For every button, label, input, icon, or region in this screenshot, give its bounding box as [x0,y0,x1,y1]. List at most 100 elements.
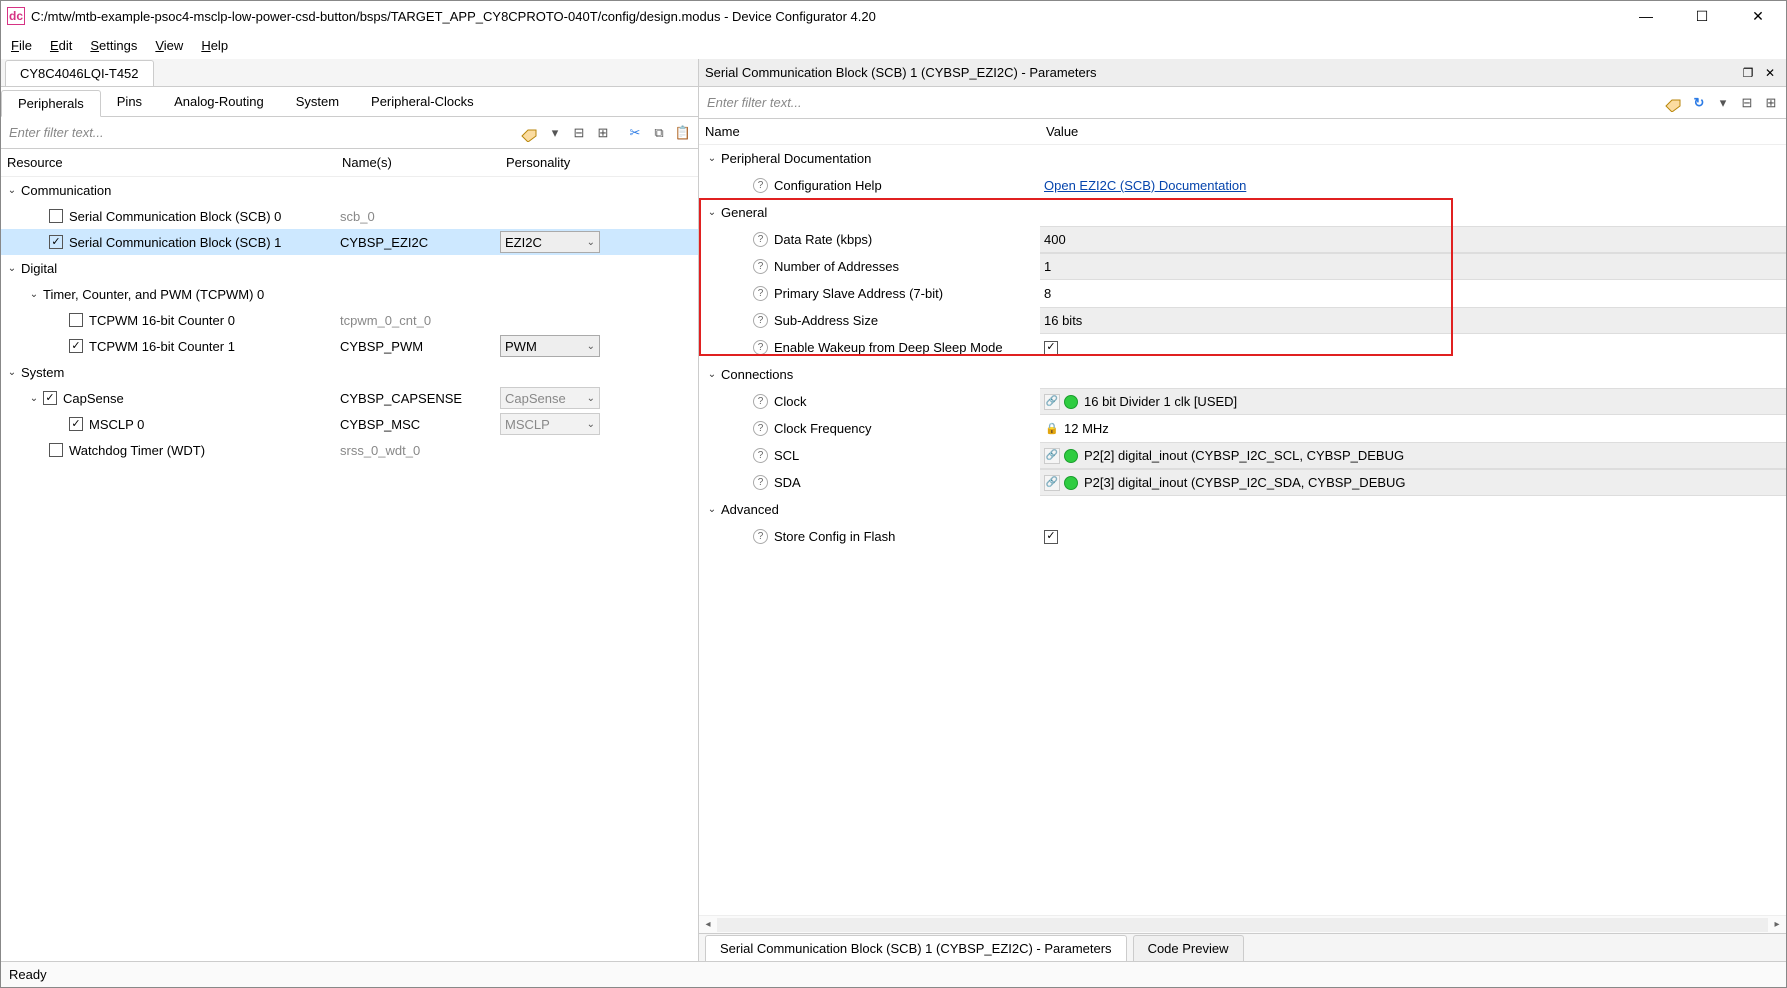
col-param-name[interactable]: Name [699,124,1040,139]
copy-icon[interactable]: ⧉ [648,122,670,144]
checkbox-cnt1[interactable] [69,339,83,353]
param-sub-address-size[interactable]: ?Sub-Address Size 16 bits [699,307,1786,334]
checkbox-msclp0[interactable] [69,417,83,431]
checkbox-scb1[interactable] [49,235,63,249]
chevron-down-icon[interactable]: ⌄ [27,289,41,300]
name-scb0[interactable]: scb_0 [336,203,500,229]
value-sub-address-size[interactable]: 16 bits [1040,307,1786,334]
clear-filter-icon[interactable] [1662,94,1682,112]
section-connections[interactable]: ⌄Connections [699,361,1786,388]
col-names[interactable]: Name(s) [336,155,500,170]
collapse-all-icon[interactable]: ⊟ [568,122,590,144]
link-icon[interactable]: 🔗 [1044,475,1060,491]
checkbox-cnt0[interactable] [69,313,83,327]
undock-icon[interactable]: ❐ [1738,63,1758,83]
personality-capsense[interactable]: CapSense⌄ [500,387,600,409]
tab-system[interactable]: System [280,89,355,116]
chevron-down-icon[interactable]: ⌄ [5,263,19,274]
param-clock[interactable]: ?Clock 🔗16 bit Divider 1 clk [USED] [699,388,1786,415]
help-icon[interactable]: ? [753,286,768,301]
param-store-config[interactable]: ?Store Config in Flash [699,523,1786,550]
parameters-body[interactable]: ⌄Peripheral Documentation ?Configuration… [699,145,1786,915]
tree-cnt1[interactable]: TCPWM 16-bit Counter 1 CYBSP_PWM PWM⌄ [1,333,698,359]
menu-help[interactable]: Help [201,38,228,53]
name-msclp0[interactable]: CYBSP_MSC [336,411,500,437]
chevron-down-icon[interactable]: ⌄ [5,185,19,196]
value-primary-address[interactable]: 8 [1040,280,1786,307]
param-config-help[interactable]: ?Configuration Help Open EZI2C (SCB) Doc… [699,172,1786,199]
menu-file[interactable]: File [11,38,32,53]
help-icon[interactable]: ? [753,259,768,274]
col-param-value[interactable]: Value [1040,124,1786,139]
col-personality[interactable]: Personality [500,155,698,170]
menu-settings[interactable]: Settings [90,38,137,53]
param-clock-frequency[interactable]: ?Clock Frequency 🔒12 MHz [699,415,1786,442]
param-data-rate[interactable]: ?Data Rate (kbps) 400 [699,226,1786,253]
tree-scb1[interactable]: Serial Communication Block (SCB) 1 CYBSP… [1,229,698,255]
filter-icon[interactable]: ▾ [1712,92,1734,114]
param-enable-wakeup[interactable]: ?Enable Wakeup from Deep Sleep Mode [699,334,1786,361]
chevron-down-icon[interactable]: ⌄ [27,393,41,404]
filter-icon[interactable]: ▾ [544,122,566,144]
checkbox-wdt[interactable] [49,443,63,457]
tab-peripheral-clocks[interactable]: Peripheral-Clocks [355,89,490,116]
help-icon[interactable]: ? [753,529,768,544]
help-icon[interactable]: ? [753,448,768,463]
tree-communication[interactable]: ⌄Communication [1,177,698,203]
paste-icon[interactable]: 📋 [672,122,694,144]
col-resource[interactable]: Resource [1,155,336,170]
tree-tcpwm[interactable]: ⌄Timer, Counter, and PWM (TCPWM) 0 [1,281,698,307]
tab-parameters[interactable]: Serial Communication Block (SCB) 1 (CYBS… [705,935,1127,961]
tree-capsense[interactable]: ⌄CapSense CYBSP_CAPSENSE CapSense⌄ [1,385,698,411]
help-icon[interactable]: ? [753,340,768,355]
value-sda[interactable]: P2[3] digital_inout (CYBSP_I2C_SDA, CYBS… [1084,475,1406,490]
tree-system[interactable]: ⌄System [1,359,698,385]
device-tab[interactable]: CY8C4046LQI-T452 [5,60,154,86]
chevron-down-icon[interactable]: ⌄ [705,153,719,164]
param-sda[interactable]: ?SDA 🔗P2[3] digital_inout (CYBSP_I2C_SDA… [699,469,1786,496]
close-button[interactable]: ✕ [1730,1,1786,31]
section-advanced[interactable]: ⌄Advanced [699,496,1786,523]
collapse-all-icon[interactable]: ⊟ [1736,92,1758,114]
scroll-track[interactable] [717,918,1768,932]
horizontal-scrollbar[interactable]: ◂ ▸ [699,915,1786,933]
personality-msclp0[interactable]: MSCLP⌄ [500,413,600,435]
maximize-button[interactable]: ☐ [1674,1,1730,31]
value-data-rate[interactable]: 400 [1040,226,1786,253]
right-filter-input[interactable] [703,91,1660,115]
tree-msclp0[interactable]: MSCLP 0 CYBSP_MSC MSCLP⌄ [1,411,698,437]
name-cnt0[interactable]: tcpwm_0_cnt_0 [336,307,500,333]
value-clock[interactable]: 16 bit Divider 1 clk [USED] [1084,394,1237,409]
name-scb1[interactable]: CYBSP_EZI2C [336,229,500,255]
chevron-down-icon[interactable]: ⌄ [705,504,719,515]
help-icon[interactable]: ? [753,178,768,193]
checkbox-capsense[interactable] [43,391,57,405]
section-general[interactable]: ⌄General [699,199,1786,226]
tab-peripherals[interactable]: Peripherals [1,90,101,117]
link-icon[interactable]: 🔗 [1044,448,1060,464]
value-num-addresses[interactable]: 1 [1040,253,1786,280]
param-scl[interactable]: ?SCL 🔗P2[2] digital_inout (CYBSP_I2C_SCL… [699,442,1786,469]
tab-analog-routing[interactable]: Analog-Routing [158,89,280,116]
expand-all-icon[interactable]: ⊞ [1760,92,1782,114]
minimize-button[interactable]: — [1618,1,1674,31]
chevron-down-icon[interactable]: ⌄ [5,367,19,378]
value-scl[interactable]: P2[2] digital_inout (CYBSP_I2C_SCL, CYBS… [1084,448,1404,463]
left-filter-input[interactable] [5,121,516,145]
personality-cnt1[interactable]: PWM⌄ [500,335,600,357]
name-wdt[interactable]: srss_0_wdt_0 [336,437,500,463]
link-icon[interactable]: 🔗 [1044,394,1060,410]
help-icon[interactable]: ? [753,475,768,490]
resource-tree[interactable]: ⌄Communication Serial Communication Bloc… [1,177,698,961]
checkbox-enable-wakeup[interactable] [1044,341,1058,355]
chevron-down-icon[interactable]: ⌄ [705,369,719,380]
tree-digital[interactable]: ⌄Digital [1,255,698,281]
chevron-down-icon[interactable]: ⌄ [705,207,719,218]
menu-view[interactable]: View [155,38,183,53]
expand-all-icon[interactable]: ⊞ [592,122,614,144]
name-cnt1[interactable]: CYBSP_PWM [336,333,500,359]
checkbox-store-config[interactable] [1044,530,1058,544]
menu-edit[interactable]: Edit [50,38,72,53]
help-icon[interactable]: ? [753,313,768,328]
scroll-right-icon[interactable]: ▸ [1768,919,1786,930]
